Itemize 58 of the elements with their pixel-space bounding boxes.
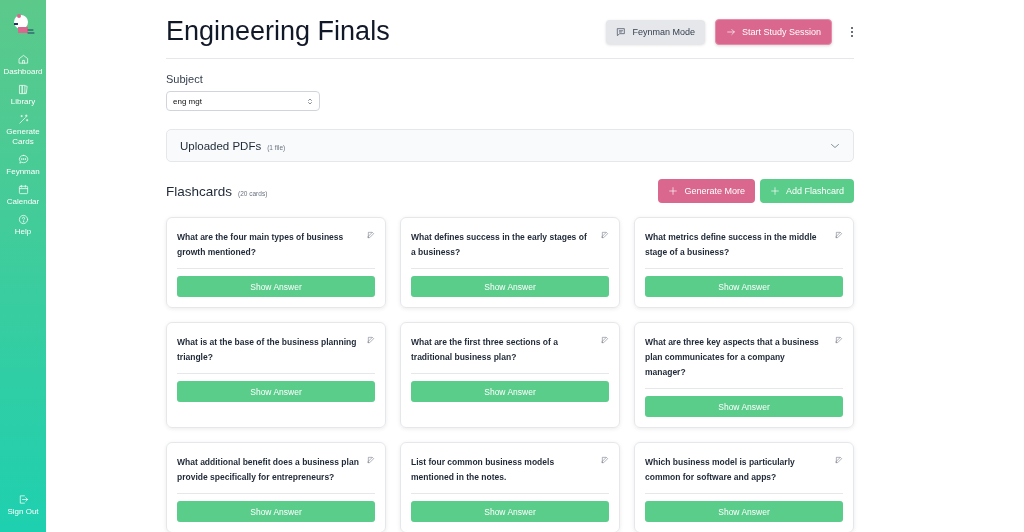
help-icon [17,214,29,226]
sidebar-item[interactable]: Calendar [0,183,46,207]
edit-icon[interactable] [601,456,609,464]
show-answer-button[interactable]: Show Answer [177,501,375,522]
page-title: Engineering Finals [166,16,390,47]
edit-icon[interactable] [367,456,375,464]
sidebar-item[interactable]: Dashboard [0,54,46,77]
sidebar-item[interactable]: Help [0,214,46,237]
show-answer-button[interactable]: Show Answer [177,381,375,402]
question-text: List four common business models mentioned in the notes. [411,456,556,484]
section-title: Flashcards [166,183,233,199]
calendar-icon [17,183,29,195]
arrow-right-icon [725,26,736,37]
feynman-mode-button[interactable]: Feynman Mode [606,19,705,44]
question-text: What are the four main types of business growth mentioned? [177,231,345,259]
plus-icon [668,186,679,196]
plus-icon [769,186,780,196]
show-answer-button[interactable]: Show Answer [177,276,375,297]
question-text: What are three key aspects that a business plan communicates for a company manager? [645,336,820,379]
edit-icon[interactable] [601,231,609,239]
edit-icon[interactable] [835,336,843,344]
chevron-down-icon [830,142,840,149]
show-answer-button[interactable]: Show Answer [411,381,609,402]
question-text: Which business model is particularly common for software and apps? [645,456,796,484]
edit-icon[interactable] [367,231,375,239]
sidebar-item[interactable]: Feynman [0,153,46,176]
sidebar-item[interactable]: Generate Cards [0,114,46,146]
show-answer-button[interactable]: Show Answer [411,276,609,297]
generate-more-button[interactable]: Generate More [658,179,755,203]
add-flashcard-button[interactable]: Add Flashcard [759,179,854,203]
books-icon [17,84,29,96]
section-title: Uploaded PDFs [180,139,262,152]
show-answer-button[interactable]: Show Answer [411,501,609,522]
sidebar-item[interactable]: Library [0,84,46,107]
chevron-updown-icon [307,96,313,106]
question-text: What defines success in the early stages of a business? [411,231,588,259]
subject-select[interactable]: eng mgt [166,91,320,111]
field-label: Subject [166,73,204,85]
speech-bubble-icon [616,26,627,37]
show-answer-button[interactable]: Show Answer [645,396,843,417]
question-text: What metrics define success in the middle stage of a business? [645,231,818,259]
sign-out-icon [17,493,29,505]
question-text: What are the first three sections of a traditional business plan? [411,336,559,364]
start-session-button[interactable]: Start Study Session [714,18,832,45]
magic-wand-icon [17,114,29,126]
select-value: eng mgt [173,96,202,106]
show-answer-button[interactable]: Show Answer [645,501,843,522]
edit-icon[interactable] [835,231,843,239]
edit-icon[interactable] [601,336,609,344]
edit-icon[interactable] [835,456,843,464]
sign-out-link[interactable]: Sign Out [0,493,46,516]
chat-bubble-icon [17,153,29,165]
question-text: What is at the base of the business planning triangle? [177,336,358,364]
show-answer-button[interactable]: Show Answer [645,276,843,297]
home-icon [17,54,29,65]
edit-icon[interactable] [367,336,375,344]
question-text: What additional benefit does a business plan provide specifically for entrepreneurs? [177,456,359,484]
more-icon[interactable] [850,25,854,38]
